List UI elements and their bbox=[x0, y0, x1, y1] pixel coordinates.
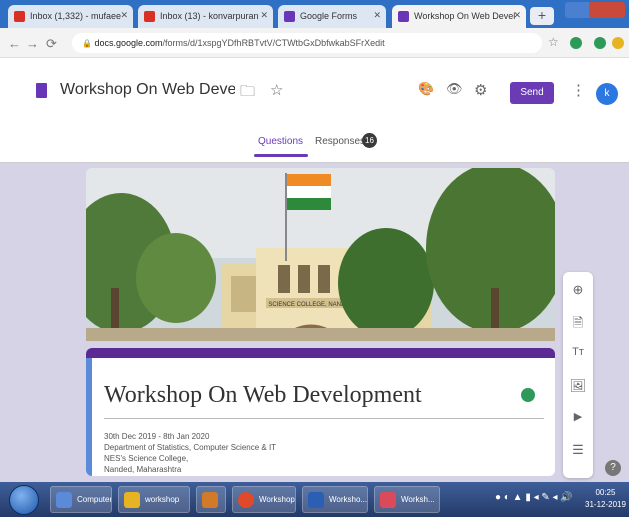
grammarly-icon[interactable] bbox=[521, 388, 535, 402]
reload-icon[interactable]: ⟳ bbox=[46, 36, 57, 52]
browser-tab[interactable]: Inbox (1,332) - mufaee ✕ bbox=[8, 5, 133, 28]
palette-icon[interactable]: 🎨 bbox=[418, 81, 434, 97]
tab-responses[interactable]: Responses bbox=[315, 136, 365, 147]
lock-icon: 🔒 bbox=[82, 39, 92, 48]
taskbar-button[interactable]: Workshop ... bbox=[232, 486, 296, 513]
form-description-line[interactable]: Department of Statistics, Computer Scien… bbox=[104, 443, 276, 452]
system-tray[interactable]: ● ◐ ▲ ▮ ◂ ✎ ◂ 🔊 bbox=[495, 492, 573, 503]
tab-label: Workshop On Web Devel bbox=[414, 11, 516, 21]
folder-icon bbox=[124, 492, 140, 508]
help-icon[interactable]: ? bbox=[605, 460, 621, 476]
card-focus-indicator bbox=[86, 358, 92, 476]
tab-questions[interactable]: Questions bbox=[258, 136, 303, 147]
clock-time: 00:25 bbox=[595, 488, 616, 497]
browser-tab[interactable]: Google Forms ✕ bbox=[278, 5, 386, 28]
browser-tab-strip: Inbox (1,332) - mufaee ✕ Inbox (13) - ko… bbox=[0, 0, 629, 28]
star-icon[interactable]: ☆ bbox=[270, 81, 283, 99]
form-description-line[interactable]: NES's Science College, bbox=[104, 454, 188, 463]
account-avatar[interactable]: k bbox=[596, 83, 618, 105]
chrome-icon bbox=[238, 492, 254, 508]
move-to-folder-icon[interactable]: 🗀 bbox=[240, 81, 255, 106]
taskbar-button-label: Worksh... bbox=[401, 495, 435, 504]
taskbar-button[interactable]: Computer bbox=[50, 486, 112, 513]
card-accent-bar bbox=[86, 348, 555, 358]
close-tab-icon[interactable]: ✕ bbox=[513, 10, 521, 21]
gmail-icon bbox=[144, 11, 155, 22]
word-icon bbox=[308, 492, 324, 508]
settings-icon[interactable]: ⚙ bbox=[474, 81, 487, 99]
google-forms-icon bbox=[284, 11, 295, 22]
add-title-icon[interactable]: Tт bbox=[563, 346, 593, 358]
title-underline bbox=[104, 418, 544, 419]
extension-icon[interactable] bbox=[612, 37, 624, 49]
add-section-icon[interactable]: ☰ bbox=[563, 442, 593, 458]
computer-icon bbox=[56, 492, 72, 508]
google-forms-logo-icon[interactable] bbox=[36, 83, 47, 98]
address-bar[interactable]: 🔒 docs.google.com/forms/d/1xspgYDfhRBTvt… bbox=[72, 33, 542, 53]
start-button[interactable] bbox=[9, 485, 39, 515]
app-icon bbox=[202, 492, 218, 508]
gmail-icon bbox=[14, 11, 25, 22]
new-tab-button[interactable]: + bbox=[530, 7, 554, 25]
responses-count-badge: 16 bbox=[362, 133, 377, 148]
url-host: docs.google.com bbox=[94, 38, 163, 48]
taskbar-button-label: workshop bbox=[145, 495, 180, 504]
tab-label: Google Forms bbox=[300, 11, 358, 21]
form-title-input[interactable]: Workshop On Web Development bbox=[104, 382, 422, 409]
form-builder-toolbar: ⊕ 🗎 Tт 🖼 ▶ ☰ bbox=[563, 272, 593, 478]
taskbar-button-label: Computer bbox=[77, 495, 112, 504]
document-icon bbox=[380, 492, 396, 508]
browser-tab[interactable]: Inbox (13) - konvarpuran ✕ bbox=[138, 5, 273, 28]
forward-icon[interactable]: → bbox=[26, 36, 39, 51]
browser-toolbar: ← → ⟳ 🔒 docs.google.com/forms/d/1xspgYDf… bbox=[0, 28, 629, 58]
tab-label: Inbox (1,332) - mufaee bbox=[30, 11, 122, 21]
form-description-line[interactable]: 30th Dec 2019 - 8th Jan 2020 bbox=[104, 432, 209, 441]
google-forms-icon bbox=[398, 11, 409, 22]
close-tab-icon[interactable]: ✕ bbox=[120, 10, 128, 21]
add-image-icon[interactable]: 🖼 bbox=[563, 378, 593, 394]
more-options-icon[interactable]: ⋮ bbox=[571, 81, 586, 99]
window-controls[interactable] bbox=[565, 2, 625, 18]
extension-icon[interactable] bbox=[570, 37, 582, 49]
form-title-field[interactable]: Workshop On Web Developr bbox=[60, 81, 235, 99]
add-video-icon[interactable]: ▶ bbox=[563, 410, 593, 423]
add-question-icon[interactable]: ⊕ bbox=[563, 282, 593, 298]
taskbar-button-label: Workshop ... bbox=[259, 495, 295, 504]
tab-label: Inbox (13) - konvarpuran bbox=[160, 11, 259, 21]
taskbar-button[interactable]: Worksh... bbox=[374, 486, 440, 513]
browser-tab-active[interactable]: Workshop On Web Devel ✕ bbox=[392, 5, 526, 28]
import-questions-icon[interactable]: 🗎 bbox=[563, 314, 593, 336]
form-description-line[interactable]: Nanded, Maharashtra bbox=[104, 465, 181, 474]
windows-taskbar: Computer workshop Workshop ... Worksho..… bbox=[0, 482, 629, 517]
active-tab-indicator bbox=[254, 154, 308, 157]
taskbar-clock[interactable]: 00:25 31-12-2019 bbox=[585, 487, 626, 511]
extension-icon[interactable] bbox=[594, 37, 606, 49]
forms-header: Workshop On Web Developr 🗀 ☆ 🎨 👁 ⚙ Send … bbox=[0, 58, 629, 163]
close-tab-icon[interactable]: ✕ bbox=[373, 10, 381, 21]
close-tab-icon[interactable]: ✕ bbox=[260, 10, 268, 21]
taskbar-button[interactable]: workshop bbox=[118, 486, 190, 513]
preview-icon[interactable]: 👁 bbox=[446, 81, 463, 97]
taskbar-button[interactable]: Worksho... bbox=[302, 486, 368, 513]
form-title-card[interactable]: Workshop On Web Development 30th Dec 201… bbox=[86, 348, 555, 476]
url-path: /forms/d/1xspgYDfhRBTvtV/CTWtbGxDbfwkabS… bbox=[162, 38, 385, 48]
bookmark-star-icon[interactable]: ☆ bbox=[548, 35, 559, 49]
taskbar-button-label: Worksho... bbox=[329, 495, 368, 504]
form-header-image[interactable]: SCIENCE COLLEGE, NANDED bbox=[86, 168, 555, 341]
taskbar-button[interactable] bbox=[196, 486, 226, 513]
clock-date: 31-12-2019 bbox=[585, 500, 626, 509]
back-icon[interactable]: ← bbox=[8, 36, 21, 51]
send-button[interactable]: Send bbox=[510, 82, 554, 104]
